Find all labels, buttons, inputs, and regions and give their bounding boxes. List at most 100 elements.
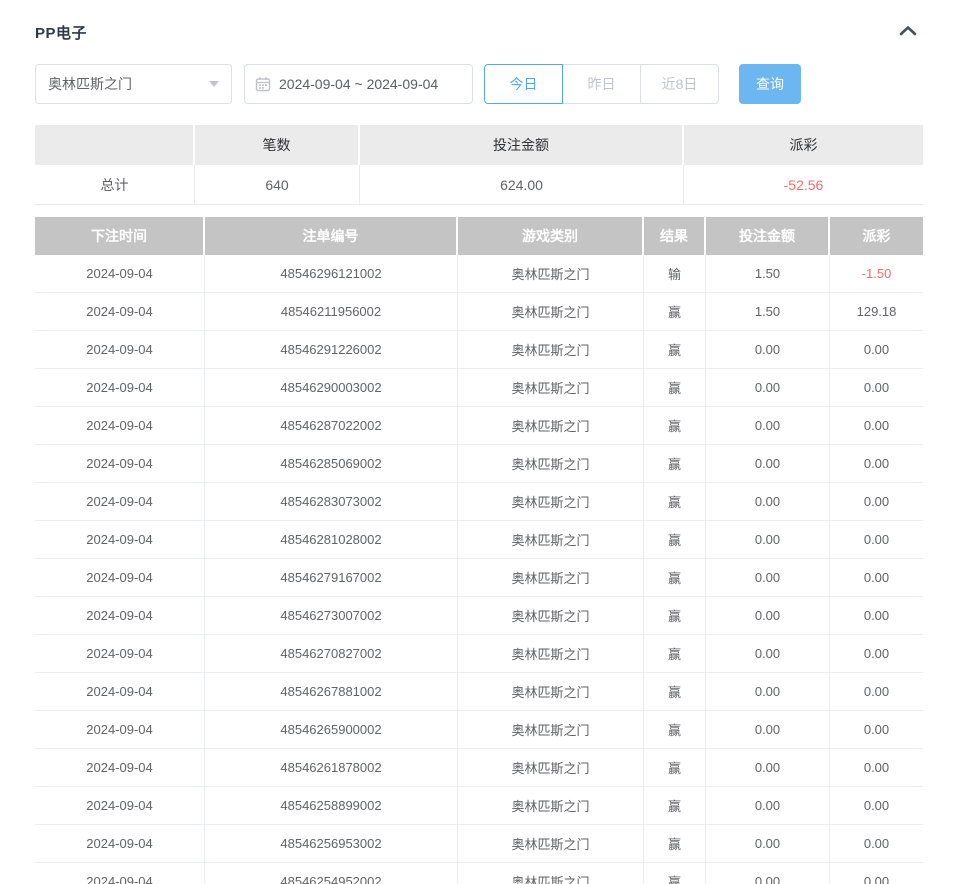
summary-total-label: 总计 [35, 165, 195, 205]
cell-game-type: 奥林匹斯之门 [458, 407, 644, 445]
cell-payout: 129.18 [830, 293, 923, 331]
quick-filter-yesterday[interactable]: 昨日 [562, 64, 641, 104]
search-button[interactable]: 查询 [739, 64, 801, 104]
table-row: 2024-09-04 48546296121002 奥林匹斯之门 输 1.50 … [35, 255, 923, 293]
cell-result: 赢 [644, 749, 706, 787]
cell-order-id: 48546270827002 [205, 635, 458, 673]
cell-payout: 0.00 [830, 711, 923, 749]
summary-total-count: 640 [195, 165, 360, 205]
cell-payout: 0.00 [830, 521, 923, 559]
cell-order-id: 48546265900002 [205, 711, 458, 749]
cell-bet-time: 2024-09-04 [35, 521, 205, 559]
cell-bet-amount: 0.00 [706, 787, 830, 825]
cell-payout: 0.00 [830, 673, 923, 711]
cell-result: 赢 [644, 863, 706, 884]
cell-order-id: 48546273007002 [205, 597, 458, 635]
cell-game-type: 奥林匹斯之门 [458, 521, 644, 559]
table-row: 2024-09-04 48546285069002 奥林匹斯之门 赢 0.00 … [35, 445, 923, 483]
table-row: 2024-09-04 48546270827002 奥林匹斯之门 赢 0.00 … [35, 635, 923, 673]
cell-result: 输 [644, 255, 706, 293]
cell-bet-amount: 0.00 [706, 749, 830, 787]
cell-bet-time: 2024-09-04 [35, 331, 205, 369]
cell-game-type: 奥林匹斯之门 [458, 635, 644, 673]
table-row: 2024-09-04 48546265900002 奥林匹斯之门 赢 0.00 … [35, 711, 923, 749]
summary-header-payout: 派彩 [684, 125, 923, 165]
cell-order-id: 48546258899002 [205, 787, 458, 825]
cell-result: 赢 [644, 825, 706, 863]
cell-game-type: 奥林匹斯之门 [458, 825, 644, 863]
cell-order-id: 48546261878002 [205, 749, 458, 787]
game-select-value: 奥林匹斯之门 [48, 74, 132, 94]
cell-bet-time: 2024-09-04 [35, 749, 205, 787]
cell-game-type: 奥林匹斯之门 [458, 483, 644, 521]
detail-header-bet-time: 下注时间 [35, 217, 205, 255]
cell-game-type: 奥林匹斯之门 [458, 559, 644, 597]
cell-payout: 0.00 [830, 407, 923, 445]
cell-result: 赢 [644, 597, 706, 635]
cell-game-type: 奥林匹斯之门 [458, 597, 644, 635]
summary-total-payout: -52.56 [684, 165, 923, 205]
detail-table: 下注时间 注单编号 游戏类别 结果 投注金额 派彩 2024-09-04 485… [35, 217, 923, 884]
cell-payout: 0.00 [830, 445, 923, 483]
detail-header-bet-amount: 投注金额 [706, 217, 830, 255]
collapse-button[interactable] [894, 23, 922, 43]
cell-bet-time: 2024-09-04 [35, 787, 205, 825]
cell-bet-time: 2024-09-04 [35, 407, 205, 445]
cell-order-id: 48546290003002 [205, 369, 458, 407]
cell-bet-amount: 0.00 [706, 597, 830, 635]
cell-result: 赢 [644, 369, 706, 407]
game-select[interactable]: 奥林匹斯之门 [35, 64, 232, 104]
cell-bet-time: 2024-09-04 [35, 711, 205, 749]
date-range-input[interactable]: 2024-09-04 ~ 2024-09-04 [244, 64, 473, 104]
cell-payout: 0.00 [830, 483, 923, 521]
calendar-icon [255, 76, 271, 92]
quick-filter-today[interactable]: 今日 [484, 64, 563, 104]
summary-header-row: 笔数 投注金额 派彩 [35, 125, 923, 165]
summary-header-blank [35, 125, 195, 165]
cell-order-id: 48546254952002 [205, 863, 458, 884]
cell-bet-amount: 1.50 [706, 255, 830, 293]
cell-game-type: 奥林匹斯之门 [458, 749, 644, 787]
betting-records-panel: PP电子 奥林匹斯之门 2024-09-04 ~ 2024-09-04 今日 昨… [0, 0, 957, 884]
cell-payout: 0.00 [830, 331, 923, 369]
table-row: 2024-09-04 48546261878002 奥林匹斯之门 赢 0.00 … [35, 749, 923, 787]
cell-order-id: 48546267881002 [205, 673, 458, 711]
cell-bet-time: 2024-09-04 [35, 369, 205, 407]
cell-game-type: 奥林匹斯之门 [458, 369, 644, 407]
table-row: 2024-09-04 48546287022002 奥林匹斯之门 赢 0.00 … [35, 407, 923, 445]
table-row: 2024-09-04 48546291226002 奥林匹斯之门 赢 0.00 … [35, 331, 923, 369]
detail-header-game-type: 游戏类别 [458, 217, 644, 255]
cell-order-id: 48546281028002 [205, 521, 458, 559]
cell-payout: 0.00 [830, 597, 923, 635]
cell-result: 赢 [644, 407, 706, 445]
cell-payout: 0.00 [830, 559, 923, 597]
table-row: 2024-09-04 48546281028002 奥林匹斯之门 赢 0.00 … [35, 521, 923, 559]
quick-filter-group: 今日 昨日 近8日 [484, 64, 719, 104]
cell-game-type: 奥林匹斯之门 [458, 255, 644, 293]
table-row: 2024-09-04 48546254952002 奥林匹斯之门 赢 0.00 … [35, 863, 923, 884]
cell-bet-time: 2024-09-04 [35, 483, 205, 521]
cell-bet-amount: 0.00 [706, 407, 830, 445]
cell-bet-amount: 0.00 [706, 369, 830, 407]
date-range-value: 2024-09-04 ~ 2024-09-04 [279, 76, 438, 92]
cell-result: 赢 [644, 787, 706, 825]
cell-result: 赢 [644, 483, 706, 521]
cell-result: 赢 [644, 293, 706, 331]
cell-bet-amount: 0.00 [706, 635, 830, 673]
cell-game-type: 奥林匹斯之门 [458, 787, 644, 825]
cell-order-id: 48546279167002 [205, 559, 458, 597]
cell-bet-amount: 1.50 [706, 293, 830, 331]
summary-header-count: 笔数 [195, 125, 360, 165]
cell-bet-amount: 0.00 [706, 825, 830, 863]
cell-result: 赢 [644, 711, 706, 749]
cell-bet-time: 2024-09-04 [35, 635, 205, 673]
table-row: 2024-09-04 48546290003002 奥林匹斯之门 赢 0.00 … [35, 369, 923, 407]
quick-filter-last-8-days[interactable]: 近8日 [640, 64, 719, 104]
cell-result: 赢 [644, 445, 706, 483]
summary-total-bet-amount: 624.00 [360, 165, 684, 205]
detail-header-row: 下注时间 注单编号 游戏类别 结果 投注金额 派彩 [35, 217, 923, 255]
table-row: 2024-09-04 48546279167002 奥林匹斯之门 赢 0.00 … [35, 559, 923, 597]
cell-payout: 0.00 [830, 369, 923, 407]
cell-game-type: 奥林匹斯之门 [458, 331, 644, 369]
table-row: 2024-09-04 48546273007002 奥林匹斯之门 赢 0.00 … [35, 597, 923, 635]
